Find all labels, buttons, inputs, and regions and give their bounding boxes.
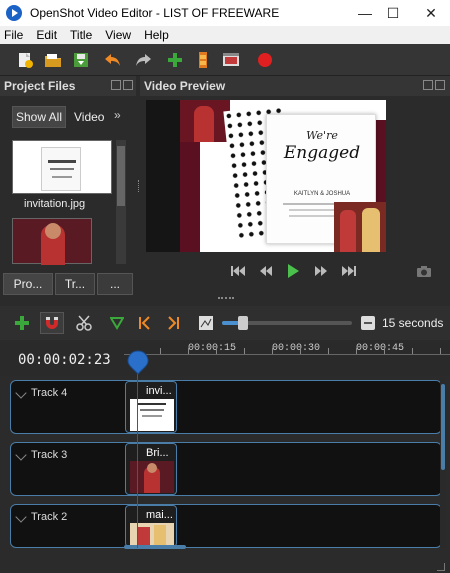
more-tabs-icon[interactable]: » <box>114 108 121 122</box>
timeline-toolbar: 15 seconds <box>0 306 450 340</box>
clip-name: Bri... <box>146 447 169 459</box>
clip-bride[interactable]: Bri... <box>125 443 177 495</box>
main-toolbar <box>0 44 450 76</box>
zoom-slider-handle[interactable] <box>238 316 248 330</box>
openshot-logo-icon <box>6 5 22 21</box>
rewind-icon[interactable] <box>258 264 274 278</box>
chevron-down-icon[interactable] <box>15 511 27 523</box>
new-project-icon[interactable] <box>16 51 34 69</box>
video-preview-canvas: We're Engaged KAITLYN & JOSHUA <box>146 100 386 252</box>
filter-video-tab[interactable]: Video <box>74 110 104 124</box>
preview-frame: We're Engaged KAITLYN & JOSHUA <box>180 100 386 252</box>
magnet-icon <box>46 317 58 329</box>
record-icon[interactable] <box>256 51 274 69</box>
track-2[interactable]: Track 2 mai... <box>10 504 442 548</box>
invitation-card-icon <box>41 147 81 191</box>
jump-end-icon[interactable] <box>341 264 357 278</box>
chevron-down-icon[interactable] <box>15 449 27 461</box>
timeline-h-scrollbar[interactable] <box>124 545 186 549</box>
razor-icon[interactable] <box>76 315 92 331</box>
playhead-handle-icon[interactable] <box>127 350 149 376</box>
timeline-ruler[interactable]: 00:00:02:23 00:00:15 00:00:30 00:00:45 <box>0 340 450 376</box>
filter-show-all-tab[interactable]: Show All <box>12 106 66 128</box>
center-timeline-icon[interactable] <box>198 315 214 331</box>
timecode-display: 00:00:02:23 <box>18 352 111 368</box>
clip-invitation[interactable]: invi... <box>125 381 177 433</box>
zoom-icon <box>361 316 375 330</box>
timeline-v-scrollbar[interactable] <box>440 378 446 548</box>
track-4[interactable]: Track 4 invi... <box>10 380 442 434</box>
track-name: Track 2 <box>31 511 68 523</box>
track-name: Track 4 <box>31 387 68 399</box>
splitter-handle[interactable] <box>138 180 140 192</box>
tab-effects[interactable]: ... <box>97 273 133 295</box>
jump-start-icon[interactable] <box>230 264 246 278</box>
card-names: KAITLYN & JOSHUA <box>293 191 351 197</box>
clip-main[interactable]: mai... <box>125 505 177 547</box>
files-scrollbar[interactable] <box>116 140 126 264</box>
menu-edit[interactable]: Edit <box>36 28 57 42</box>
float-dock-icon[interactable] <box>423 80 433 90</box>
project-files-title: Project Files <box>4 79 76 93</box>
maximize-button[interactable]: ☐ <box>376 0 410 26</box>
save-project-icon[interactable] <box>72 51 90 69</box>
tab-transitions[interactable]: Tr... <box>55 273 95 295</box>
clip-name: mai... <box>146 509 173 521</box>
close-dock-icon[interactable] <box>123 80 133 90</box>
close-button[interactable]: ✕ <box>414 0 448 26</box>
add-marker-icon[interactable] <box>110 316 124 330</box>
project-files-panel: Show All Video » invitation.jpg <box>0 100 136 270</box>
video-preview-header: Video Preview <box>140 76 450 96</box>
bride-photo-icon <box>180 100 230 142</box>
close-dock-icon[interactable] <box>435 80 445 90</box>
track-name: Track 3 <box>31 449 68 461</box>
snap-toggle[interactable] <box>40 312 64 334</box>
file-name-invitation: invitation.jpg <box>24 198 86 210</box>
redo-icon[interactable] <box>134 51 152 69</box>
file-thumbnail-invitation[interactable] <box>12 140 112 194</box>
playhead-line <box>137 368 138 548</box>
zoom-slider[interactable] <box>222 316 352 330</box>
resize-grip-icon[interactable] <box>437 563 445 571</box>
chevron-down-icon[interactable] <box>15 387 27 399</box>
choose-profile-icon[interactable] <box>194 51 212 69</box>
title-bar: OpenShot Video Editor - LIST OF FREEWARE… <box>0 0 450 26</box>
open-project-icon[interactable] <box>44 51 62 69</box>
next-marker-icon[interactable] <box>166 316 180 330</box>
undo-icon[interactable] <box>104 51 122 69</box>
float-dock-icon[interactable] <box>111 80 121 90</box>
video-preview-title: Video Preview <box>144 79 226 93</box>
track-3[interactable]: Track 3 Bri... <box>10 442 442 496</box>
import-files-icon[interactable] <box>166 51 184 69</box>
camera-icon[interactable] <box>416 264 432 278</box>
menu-bar: File Edit Title View Help <box>0 26 450 44</box>
couple-photo-icon <box>334 202 386 252</box>
add-track-icon[interactable] <box>14 315 30 331</box>
zoom-label: 15 seconds <box>382 316 444 330</box>
menu-title[interactable]: Title <box>70 28 92 42</box>
clip-name: invi... <box>146 385 172 397</box>
status-bar <box>0 551 450 573</box>
menu-view[interactable]: View <box>105 28 131 42</box>
menu-file[interactable]: File <box>4 28 23 42</box>
card-line2: Engaged <box>283 143 361 163</box>
file-thumbnail-bride[interactable] <box>12 218 92 265</box>
fast-forward-icon[interactable] <box>313 264 329 278</box>
play-icon[interactable] <box>286 263 300 279</box>
export-film-icon[interactable] <box>222 51 240 69</box>
card-line1: We're <box>306 129 338 142</box>
splitter-handle[interactable] <box>218 297 234 299</box>
ruler-label: 00:00:15 <box>188 343 237 354</box>
previous-marker-icon[interactable] <box>138 316 152 330</box>
menu-help[interactable]: Help <box>144 28 169 42</box>
tab-project-files[interactable]: Pro... <box>3 273 53 295</box>
window-title: OpenShot Video Editor - LIST OF FREEWARE <box>30 6 280 20</box>
ruler-label: 00:00:45 <box>356 343 405 354</box>
ruler-label: 00:00:30 <box>272 343 321 354</box>
